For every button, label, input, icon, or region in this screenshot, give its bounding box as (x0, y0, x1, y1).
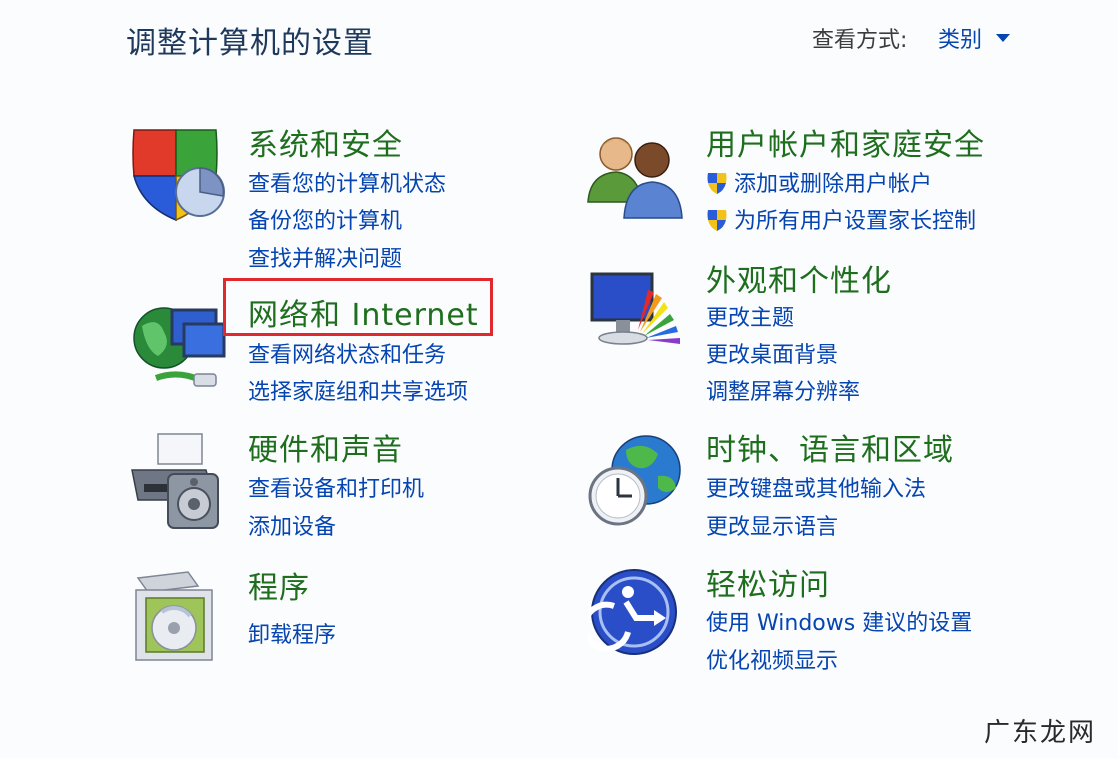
chevron-down-icon (996, 34, 1011, 42)
link-view-computer-status[interactable]: 查看您的计算机状态 (248, 166, 446, 198)
category-clock-language-region[interactable]: 时钟、语言和区域 (706, 425, 954, 469)
category-system-security[interactable]: 系统和安全 (248, 120, 403, 164)
system-security-shield-icon[interactable] (128, 126, 228, 226)
view-by-label: 查看方式: (812, 28, 908, 53)
link-parental-controls[interactable]: 为所有用户设置家长控制 (706, 203, 976, 235)
link-parental-controls-label: 为所有用户设置家长控制 (734, 209, 977, 234)
highlight-box (223, 278, 493, 336)
network-globe-icon[interactable] (128, 296, 228, 400)
category-hardware-sound[interactable]: 硬件和声音 (248, 425, 403, 469)
link-add-device[interactable]: 添加设备 (248, 509, 336, 541)
link-homegroup-sharing[interactable]: 选择家庭组和共享选项 (248, 374, 468, 406)
monitor-palette-icon[interactable] (588, 270, 688, 360)
page-title: 调整计算机的设置 (126, 26, 374, 61)
link-add-remove-users[interactable]: 添加或删除用户帐户 (706, 166, 932, 198)
category-appearance-personalization[interactable]: 外观和个性化 (706, 256, 892, 300)
view-by-dropdown[interactable]: 类别 (938, 22, 1011, 54)
link-backup-computer[interactable]: 备份您的计算机 (248, 203, 402, 235)
link-uninstall-program[interactable]: 卸载程序 (248, 617, 336, 649)
link-optimize-visual-display[interactable]: 优化视频显示 (706, 643, 838, 675)
link-troubleshoot[interactable]: 查找并解决问题 (248, 241, 402, 273)
programs-disc-icon[interactable] (132, 568, 222, 668)
users-icon[interactable] (586, 130, 686, 224)
link-network-status[interactable]: 查看网络状态和任务 (248, 337, 446, 369)
link-change-desktop-background[interactable]: 更改桌面背景 (706, 337, 838, 369)
ease-of-access-icon[interactable] (581, 566, 680, 662)
link-devices-printers[interactable]: 查看设备和打印机 (248, 471, 424, 503)
uac-shield-icon (707, 210, 727, 231)
link-change-keyboard-input[interactable]: 更改键盘或其他输入法 (706, 471, 926, 503)
view-by-value: 类别 (938, 28, 983, 53)
uac-shield-icon (707, 173, 727, 194)
link-change-theme[interactable]: 更改主题 (706, 300, 794, 332)
link-recommended-settings[interactable]: 使用 Windows 建议的设置 (706, 605, 972, 637)
category-programs[interactable]: 程序 (248, 563, 310, 607)
watermark-text: 广东龙网 (984, 718, 1097, 748)
link-add-remove-users-label: 添加或删除用户帐户 (734, 172, 933, 197)
link-change-display-language[interactable]: 更改显示语言 (706, 509, 838, 541)
link-adjust-screen-resolution[interactable]: 调整屏幕分辨率 (706, 374, 860, 406)
printer-speaker-icon[interactable] (128, 430, 228, 534)
category-user-accounts[interactable]: 用户帐户和家庭安全 (706, 120, 985, 164)
category-ease-of-access[interactable]: 轻松访问 (706, 560, 830, 604)
clock-globe-icon[interactable] (586, 430, 686, 534)
